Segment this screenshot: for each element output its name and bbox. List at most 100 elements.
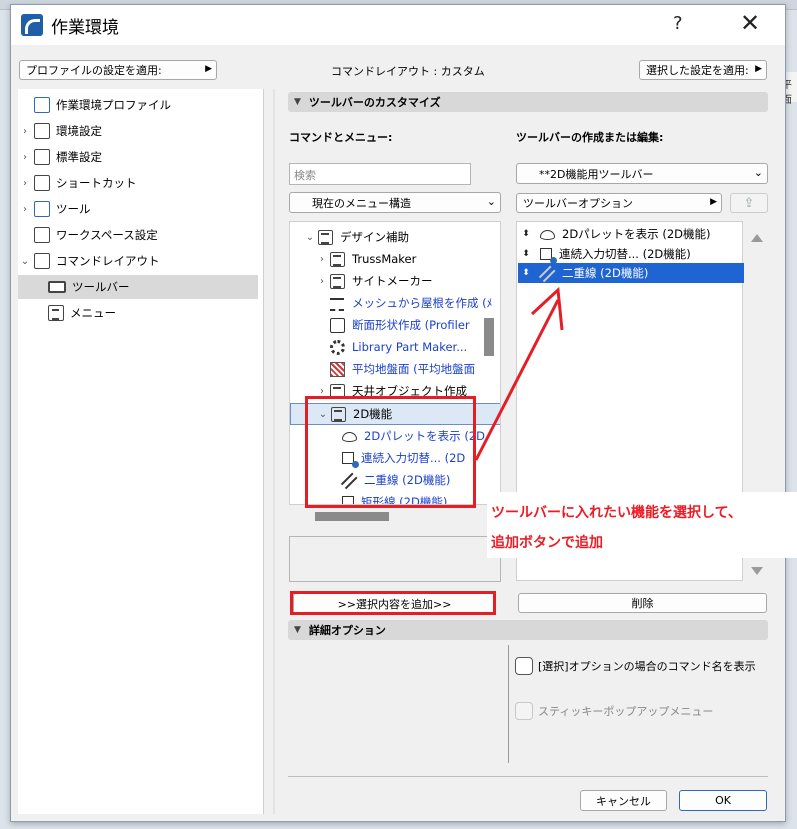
sidebar-item-command-layout[interactable]: ⌄ コマンドレイアウト [18,249,258,273]
menu-icon [48,305,64,321]
footer-divider [288,776,768,777]
toolbar-options-dropdown[interactable]: ツールバーオプション ▶ [516,193,722,213]
tree-item-double-line[interactable]: 二重線 (2D機能) [342,469,450,491]
tree-item-label: 平均地盤面 (平均地盤面 [352,362,476,376]
tree-item-design-aids[interactable]: ⌄ デザイン補助 [302,226,409,248]
tree-item-label: デザイン補助 [340,230,409,244]
sidebar-item-tools[interactable]: › ツール [18,197,258,221]
gear-icon [330,339,345,355]
add-selection-button[interactable]: >>選択内容を追加>> [293,593,496,614]
horizontal-scrollbar-thumb[interactable] [315,512,389,521]
help-button[interactable]: ? [673,13,683,34]
tree-item-average-ground[interactable]: 平均地盤面 (平均地盤面 [330,358,475,380]
chevron-right-icon: ▶ [710,197,717,207]
toolbar-item-label: 連続入力切替... (2D機能) [559,247,691,261]
export-toolbar-button[interactable]: ⇪ [730,193,768,213]
sidebar-item-label: メニュー [70,306,116,320]
chevron-right-icon[interactable]: › [18,178,32,189]
move-down-arrow-icon[interactable] [751,567,763,575]
chevron-right-icon[interactable]: › [314,386,330,397]
toolbar-select-value: **2D機能用ツールバー [539,167,654,181]
window-title: 作業環境 [51,18,119,38]
menu-list-icon [330,251,345,267]
apply-selected-label: 選択した設定を適用: [646,64,749,77]
tree-item-label: 二重線 (2D機能) [364,473,451,487]
chevron-right-icon[interactable]: › [314,276,330,287]
move-up-arrow-icon[interactable] [751,234,763,242]
sidebar-item-workspace[interactable]: ワークスペース設定 [18,223,258,247]
drag-handle-icon[interactable]: ⬍ [518,229,534,239]
ok-button[interactable]: OK [679,790,767,811]
tree-item-roof-from-mesh[interactable]: メッシュから屋根を作成 (ﾒ [330,292,492,314]
export-icon: ⇪ [743,195,755,211]
sticky-popup-checkbox[interactable] [515,702,533,720]
chevron-down-icon[interactable]: ⌄ [18,256,32,267]
sidebar-item-toolbar[interactable]: ツールバー [18,275,258,299]
tree-item-label: 断面形状作成 (Profiler [352,318,470,332]
delete-button[interactable]: 削除 [518,593,767,613]
tree-item-label: 連続入力切替... (2D [361,451,466,465]
annotation-arrow [474,286,564,461]
toolbar-customize-header[interactable]: ▼ ツールバーのカスタマイズ [288,92,768,112]
apply-profile-dropdown[interactable]: プロファイルの設定を適用: ▶ [19,60,217,80]
eye-icon [342,432,357,442]
search-input[interactable]: 検索 [289,163,471,185]
sidebar-item-menu[interactable]: メニュー [18,301,258,325]
profile-section-icon [330,317,345,333]
command-layout-label: コマンドレイアウト : カスタム [331,65,485,78]
eye-icon [540,230,555,240]
toolbar-item-continuous-input[interactable]: ⬍ 連続入力切替... (2D機能) [518,243,691,265]
toolbar-select-dropdown[interactable]: **2D機能用ツールバー ⌄ [516,163,768,184]
sidebar-item-defaults[interactable]: › 標準設定 [18,145,258,169]
chevron-right-icon[interactable]: › [314,254,330,265]
chevron-right-icon[interactable]: › [18,204,32,215]
tree-item-label: 2D機能 [353,407,393,421]
panel-separator [273,89,275,814]
drag-handle-icon[interactable]: ⬍ [518,249,534,259]
tree-item-label: 2Dパレットを表示 (2D [364,429,485,443]
chevron-right-icon[interactable]: › [18,152,32,163]
annotation-line-2: 追加ボタンで追加 [491,535,603,551]
sidebar-item-environment[interactable]: › 環境設定 [18,119,258,143]
menu-structure-dropdown[interactable]: 現在のメニュー構造 ⌄ [289,192,501,213]
chevron-right-icon[interactable]: › [18,126,32,137]
shortcut-icon [34,175,50,191]
close-button[interactable]: ✕ [735,9,765,37]
rectangle-icon [342,496,354,504]
cancel-button[interactable]: キャンセル [580,790,667,811]
menu-list-icon [330,273,345,289]
commands-label: コマンドとメニュー: [289,131,393,144]
sidebar-item-label: 環境設定 [56,124,102,138]
tree-item-rectangle-line[interactable]: 矩形線 (2D機能) [342,491,448,505]
tree-item-label: 矩形線 (2D機能) [361,495,448,505]
sidebar-item-label: 作業環境プロファイル [56,98,171,112]
sidebar-item-profile[interactable]: 作業環境プロファイル [18,93,258,117]
sidebar-item-label: 標準設定 [56,150,102,164]
show-command-name-checkbox[interactable] [515,657,533,675]
chevron-down-icon[interactable]: ⌄ [302,232,318,243]
tree-item-2d-palette[interactable]: 2Dパレットを表示 (2D [342,425,485,447]
advanced-options-header[interactable]: ▼ 詳細オプション [288,620,768,640]
sidebar-item-shortcuts[interactable]: › ショートカット [18,171,258,195]
menu-list-icon [330,383,345,399]
tree-item-trussmaker[interactable]: › TrussMaker [314,248,416,270]
command-layout-icon [34,253,50,269]
tree-item-continuous-input[interactable]: 連続入力切替... (2D [342,447,465,469]
preferences-dialog: 作業環境 ? ✕ プロファイルの設定を適用: ▶ コマンドレイアウト : カスタ… [10,4,786,822]
double-line-icon [342,473,357,488]
profile-icon [34,97,50,113]
tree-item-library-part-maker[interactable]: Library Part Maker... [330,336,467,358]
sidebar-item-label: ワークスペース設定 [56,228,158,242]
tree-item-label: サイトメーカー [352,274,433,288]
menu-structure-value: 現在のメニュー構造 [312,196,411,210]
annotation-line-1: ツールバーに入れたい機能を選択して、 [491,505,742,521]
section-title: 詳細オプション [308,624,386,637]
archicad-app-icon [21,14,43,36]
chevron-down-icon[interactable]: ⌄ [315,409,331,420]
toolbar-item-2d-palette[interactable]: ⬍ 2Dパレットを表示 (2D機能) [518,223,710,245]
tree-item-ceiling-object[interactable]: › 天井オブジェクト作成 [314,380,467,402]
tree-item-profiler[interactable]: 断面形状作成 (Profiler [330,314,470,336]
apply-selected-dropdown[interactable]: 選択した設定を適用: ▶ [639,60,767,80]
show-command-name-label: [選択]オプションの場合のコマンド名を表示 [538,660,756,673]
tree-item-site-maker[interactable]: › サイトメーカー [314,270,433,292]
